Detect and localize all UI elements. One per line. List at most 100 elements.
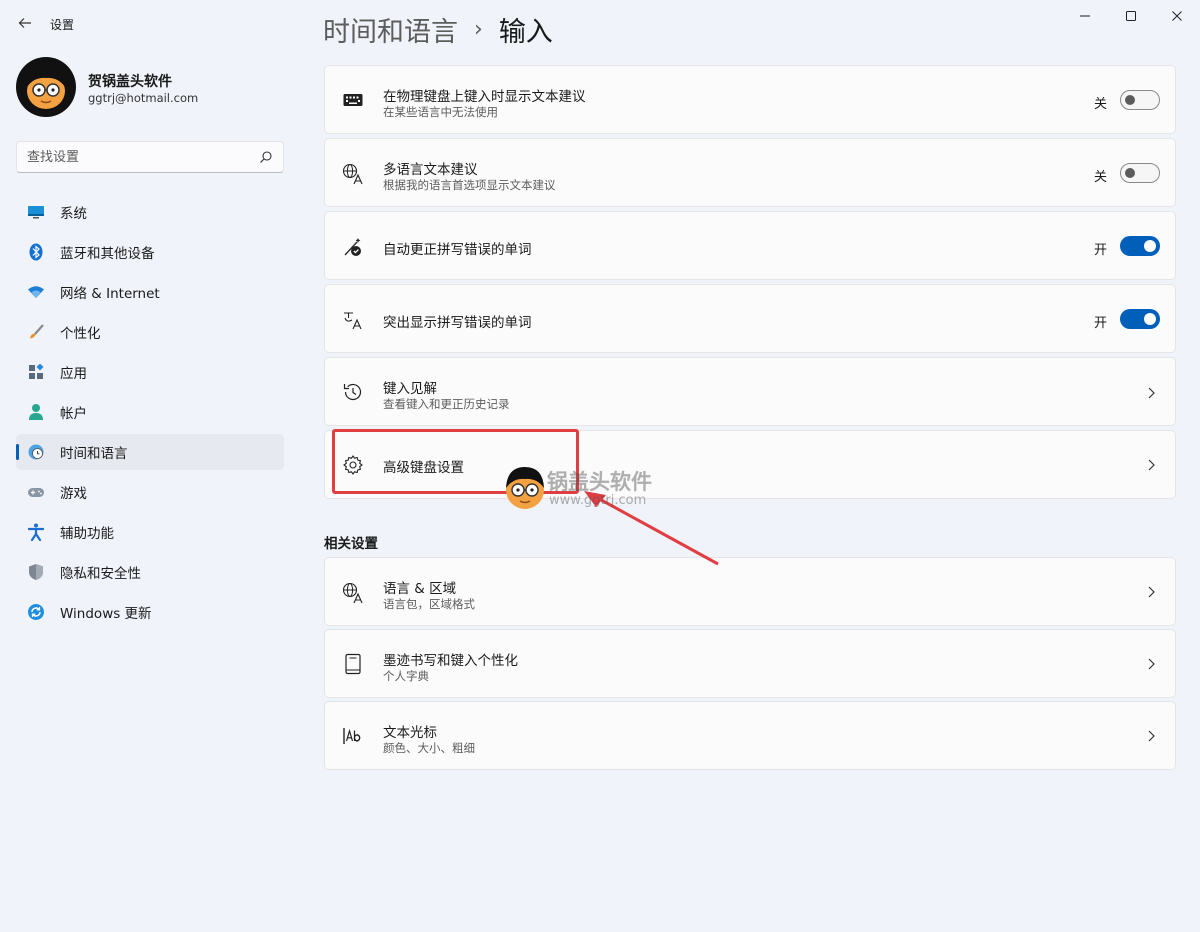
setting-description: 根据我的语言首选项显示文本建议 xyxy=(383,178,556,192)
sidebar-item-accessibility[interactable]: 辅助功能 xyxy=(16,514,284,550)
setting-title: 文本光标 xyxy=(383,725,437,741)
back-arrow-icon xyxy=(18,18,31,28)
avatar[interactable] xyxy=(16,57,76,117)
close-button[interactable] xyxy=(1154,0,1200,32)
chevron-right-icon xyxy=(1145,387,1157,399)
setting-card-multilingual-suggestions[interactable]: 多语言文本建议 根据我的语言首选项显示文本建议 关 xyxy=(324,138,1176,207)
setting-description: 查看键入和更正历史记录 xyxy=(383,397,510,411)
sidebar-item-label: 蓝牙和其他设备 xyxy=(60,246,155,262)
breadcrumb-parent[interactable]: 时间和语言 xyxy=(323,10,458,49)
toggle-state-label: 开 xyxy=(1093,243,1107,258)
text-cursor-icon xyxy=(342,725,364,747)
gamepad-icon xyxy=(26,482,46,502)
language-icon xyxy=(342,582,364,604)
user-email: ggtrj@hotmail.com xyxy=(88,91,199,105)
sidebar-nav: 系统 蓝牙和其他设备 网络 & Internet 个性化 应用 帐户 时间和语言… xyxy=(16,194,284,634)
keyboard-icon xyxy=(342,89,364,111)
search-input[interactable] xyxy=(27,149,253,165)
page-title: 输入 xyxy=(498,17,553,48)
setting-title: 高级键盘设置 xyxy=(383,460,464,476)
sidebar-item-bluetooth[interactable]: 蓝牙和其他设备 xyxy=(16,234,284,270)
sidebar-item-label: 个性化 xyxy=(60,326,101,342)
chevron-right-icon xyxy=(1145,586,1157,598)
setting-title: 在物理键盘上键入时显示文本建议 xyxy=(383,89,586,105)
wifi-icon xyxy=(26,282,46,302)
setting-title: 键入见解 xyxy=(383,381,437,397)
toggle-state-label: 关 xyxy=(1093,97,1107,112)
spellcheck-icon xyxy=(342,309,364,331)
setting-title: 自动更正拼写错误的单词 xyxy=(383,242,532,258)
sidebar-item-accounts[interactable]: 帐户 xyxy=(16,394,284,430)
setting-description: 在某些语言中无法使用 xyxy=(383,105,498,119)
sidebar-item-label: 帐户 xyxy=(60,406,87,422)
chevron-right-icon xyxy=(1145,658,1157,670)
chevron-right-icon xyxy=(1145,730,1157,742)
time-language-icon xyxy=(26,442,46,462)
sidebar-item-privacy[interactable]: 隐私和安全性 xyxy=(16,554,284,590)
sidebar-item-network[interactable]: 网络 & Internet xyxy=(16,274,284,310)
maximize-button[interactable] xyxy=(1108,0,1154,32)
search-box[interactable] xyxy=(16,141,284,173)
setting-card-language-region[interactable]: 语言 & 区域 语言包，区域格式 xyxy=(324,557,1176,626)
minimize-button[interactable] xyxy=(1062,0,1108,32)
setting-description: 语言包，区域格式 xyxy=(383,597,475,611)
breadcrumb: 时间和语言 › 输入 xyxy=(323,10,553,49)
history-icon xyxy=(342,381,364,403)
sidebar-item-personalization[interactable]: 个性化 xyxy=(16,314,284,350)
update-icon xyxy=(26,602,46,622)
toggle-switch[interactable] xyxy=(1120,163,1160,183)
sidebar-item-label: 应用 xyxy=(60,366,87,382)
setting-card-highlight-misspelled[interactable]: 突出显示拼写错误的单词 开 xyxy=(324,284,1176,353)
sidebar-item-windows-update[interactable]: Windows 更新 xyxy=(16,594,284,630)
setting-card-physical-keyboard-suggestions[interactable]: 在物理键盘上键入时显示文本建议 在某些语言中无法使用 关 xyxy=(324,65,1176,134)
accessibility-icon xyxy=(26,522,46,542)
setting-title: 墨迹书写和键入个性化 xyxy=(383,653,518,669)
system-icon xyxy=(26,202,46,222)
sidebar-item-label: 游戏 xyxy=(60,486,87,502)
setting-card-inking-typing[interactable]: 墨迹书写和键入个性化 个人字典 xyxy=(324,629,1176,698)
setting-card-advanced-keyboard[interactable]: 高级键盘设置 xyxy=(324,430,1176,499)
breadcrumb-separator: › xyxy=(474,17,483,42)
toggle-knob xyxy=(1125,95,1135,105)
sidebar-item-gaming[interactable]: 游戏 xyxy=(16,474,284,510)
dictionary-icon xyxy=(342,653,364,675)
sidebar-item-system[interactable]: 系统 xyxy=(16,194,284,230)
user-name: 贺锅盖头软件 xyxy=(88,74,172,90)
sidebar-item-label: 隐私和安全性 xyxy=(60,566,141,582)
sidebar-item-time-language[interactable]: 时间和语言 xyxy=(16,434,284,470)
minimize-icon xyxy=(1080,15,1090,17)
toggle-switch[interactable] xyxy=(1120,236,1160,256)
app-title: 设置 xyxy=(50,18,75,32)
setting-title: 多语言文本建议 xyxy=(383,162,478,178)
sidebar-item-label: 辅助功能 xyxy=(60,526,114,542)
chevron-right-icon xyxy=(1145,459,1157,471)
setting-card-typing-insights[interactable]: 键入见解 查看键入和更正历史记录 xyxy=(324,357,1176,426)
account-icon xyxy=(26,402,46,422)
toggle-switch[interactable] xyxy=(1120,309,1160,329)
sidebar-item-label: Windows 更新 xyxy=(60,606,152,622)
setting-description: 颜色、大小、粗细 xyxy=(383,741,475,755)
gear-icon xyxy=(342,454,364,476)
toggle-knob xyxy=(1144,313,1156,325)
toggle-state-label: 关 xyxy=(1093,170,1107,185)
sidebar-item-apps[interactable]: 应用 xyxy=(16,354,284,390)
maximize-icon xyxy=(1126,11,1136,21)
search-icon[interactable] xyxy=(259,150,273,164)
avatar-image xyxy=(16,57,76,117)
apps-icon xyxy=(26,362,46,382)
brush-icon xyxy=(26,322,46,342)
toggle-state-label: 开 xyxy=(1093,316,1107,331)
setting-title: 语言 & 区域 xyxy=(383,581,457,597)
bluetooth-icon xyxy=(26,242,46,262)
language-icon xyxy=(342,163,364,185)
setting-title: 突出显示拼写错误的单词 xyxy=(383,315,532,331)
close-icon xyxy=(1172,11,1182,21)
setting-card-autocorrect[interactable]: 自动更正拼写错误的单词 开 xyxy=(324,211,1176,280)
toggle-switch[interactable] xyxy=(1120,90,1160,110)
sidebar-item-label: 网络 & Internet xyxy=(60,286,160,302)
setting-card-text-cursor[interactable]: 文本光标 颜色、大小、粗细 xyxy=(324,701,1176,770)
sidebar-item-label: 时间和语言 xyxy=(60,446,128,462)
toggle-knob xyxy=(1125,168,1135,178)
back-button[interactable] xyxy=(14,12,36,34)
toggle-knob xyxy=(1144,240,1156,252)
